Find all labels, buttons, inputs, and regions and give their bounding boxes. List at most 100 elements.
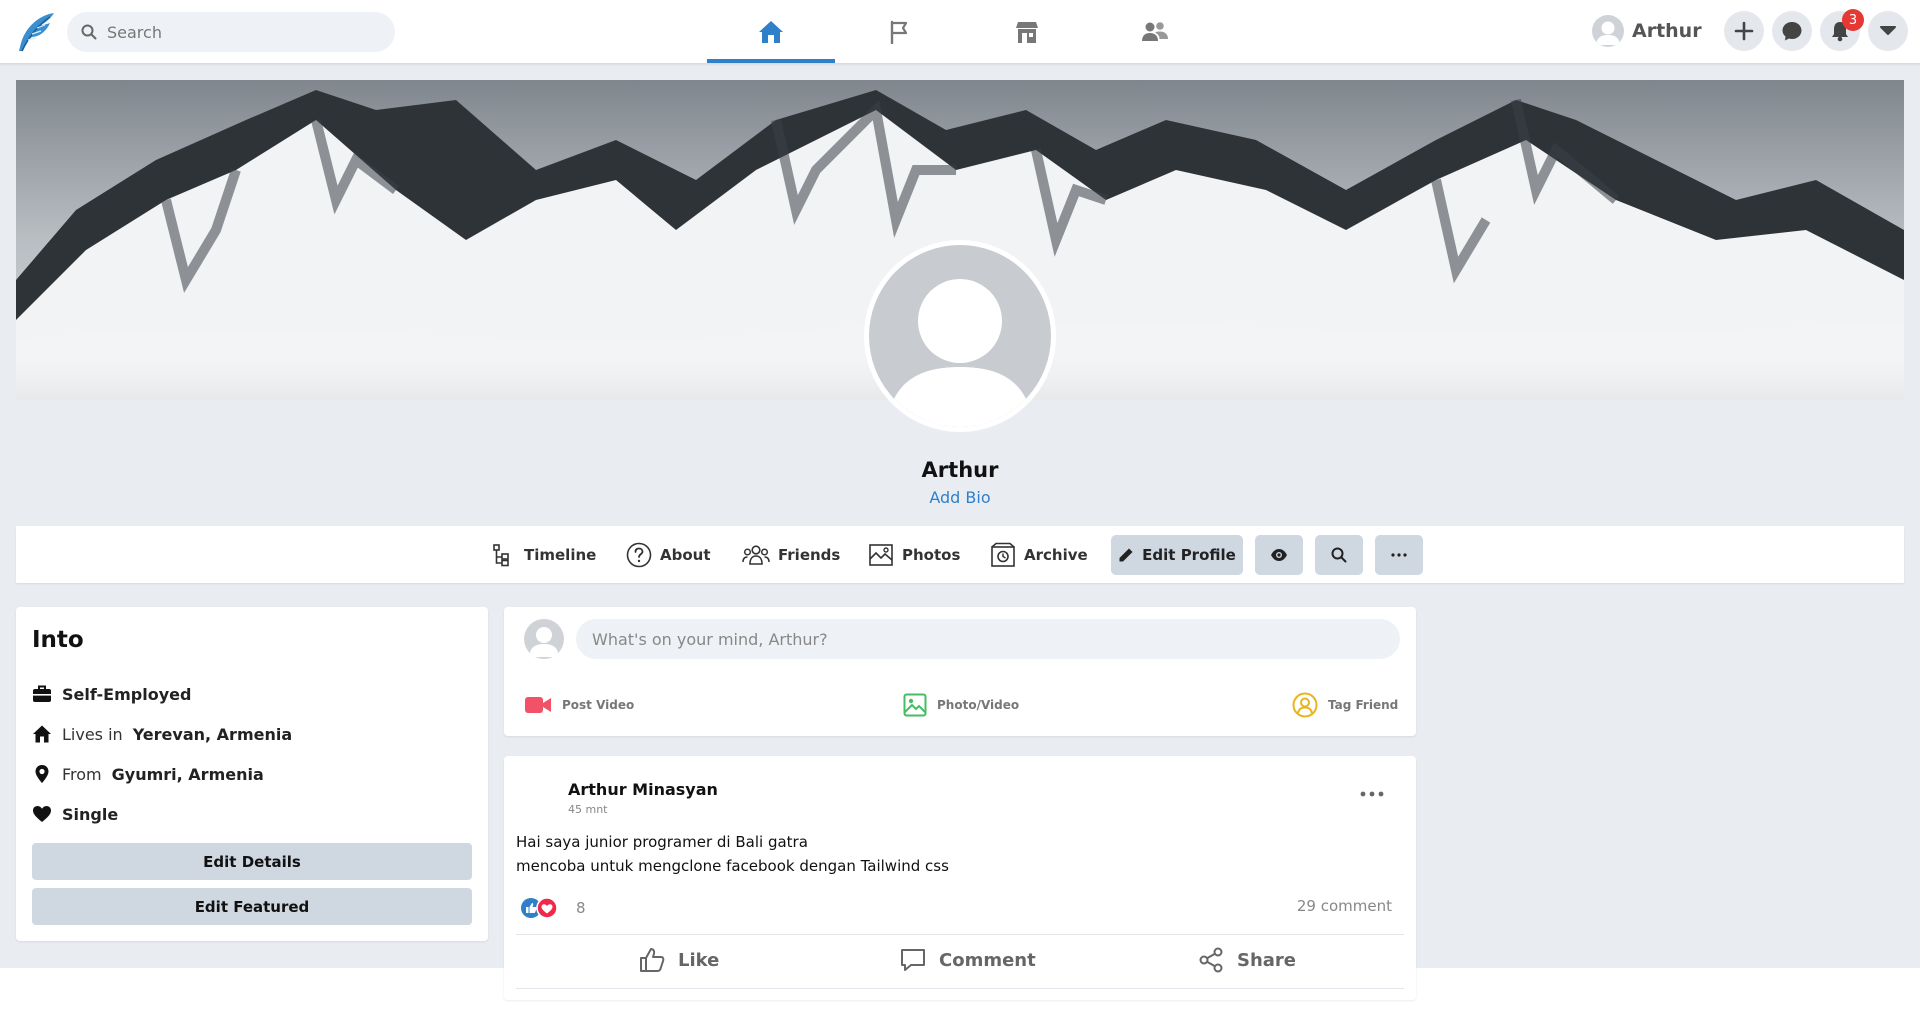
search-box bbox=[67, 12, 395, 52]
add-bio-label[interactable]: Add Bio bbox=[929, 488, 990, 507]
intro-work-value: Self-Employed bbox=[62, 684, 192, 704]
photo-video-label: Photo/Video bbox=[937, 698, 1020, 712]
like-button[interactable]: Like bbox=[638, 940, 719, 980]
main-nav-tabs bbox=[707, 0, 1219, 63]
nav-tab-marketplace[interactable] bbox=[963, 0, 1091, 63]
notification-badge: 3 bbox=[1842, 9, 1864, 31]
intro-relationship-value: Single bbox=[62, 804, 119, 824]
like-label: Like bbox=[678, 949, 720, 971]
post-text-line: mencoba untuk mengclone facebook dengan … bbox=[516, 857, 949, 875]
search-icon bbox=[81, 24, 97, 40]
share-label: Share bbox=[1237, 949, 1297, 971]
add-bio-link: Add Bio bbox=[0, 488, 1920, 507]
more-options-button[interactable] bbox=[1375, 535, 1423, 575]
tab-about[interactable]: About bbox=[626, 540, 711, 570]
intro-lives-prefix: Lives in bbox=[62, 724, 123, 744]
timeline-icon bbox=[492, 543, 516, 567]
search-profile-button[interactable] bbox=[1315, 535, 1363, 575]
heart-icon bbox=[32, 804, 52, 824]
tab-about-label: About bbox=[660, 546, 711, 564]
flag-icon bbox=[888, 20, 910, 44]
profile-picture[interactable] bbox=[864, 240, 1056, 432]
comment-icon bbox=[899, 946, 927, 974]
store-icon bbox=[1015, 20, 1039, 44]
edit-details-button[interactable]: Edit Details bbox=[32, 843, 472, 880]
post-time[interactable]: 45 mnt bbox=[568, 803, 608, 816]
intro-title: Into bbox=[32, 627, 84, 653]
pencil-icon bbox=[1118, 547, 1134, 563]
messenger-button[interactable] bbox=[1772, 11, 1812, 51]
profile-name: Arthur bbox=[921, 458, 999, 482]
intro-lives: Lives in Yerevan, Armenia bbox=[32, 722, 292, 746]
post-options-button[interactable] bbox=[1352, 778, 1392, 810]
search-input[interactable] bbox=[107, 22, 367, 42]
user-name: Arthur bbox=[1632, 20, 1702, 42]
intro-work: Self-Employed bbox=[32, 682, 191, 706]
edit-profile-button[interactable]: Edit Profile bbox=[1111, 535, 1243, 575]
search-icon bbox=[1331, 547, 1347, 563]
nav-tab-pages[interactable] bbox=[835, 0, 963, 63]
tag-friend-label: Tag Friend bbox=[1328, 698, 1399, 712]
user-profile-chip[interactable]: Arthur bbox=[1592, 12, 1702, 50]
avatar bbox=[524, 619, 564, 659]
thumbs-up-icon bbox=[638, 946, 666, 974]
whats-on-mind-input[interactable] bbox=[576, 619, 1400, 659]
post-author[interactable]: Arthur Minasyan bbox=[568, 780, 718, 799]
profile-tabs-bar: Timeline About Friends Photos Archive Ed… bbox=[16, 526, 1904, 583]
post-video-label: Post Video bbox=[562, 698, 635, 712]
friends-icon bbox=[742, 543, 770, 567]
tab-photos[interactable]: Photos bbox=[868, 540, 960, 570]
feather-logo-icon[interactable] bbox=[14, 10, 58, 54]
tab-friends[interactable]: Friends bbox=[742, 540, 840, 570]
account-menu-button[interactable] bbox=[1868, 11, 1908, 51]
users-icon bbox=[1141, 20, 1169, 44]
intro-lives-value[interactable]: Yerevan, Armenia bbox=[133, 725, 292, 744]
tab-photos-label: Photos bbox=[902, 546, 961, 564]
reactions-summary[interactable]: 8 bbox=[520, 896, 586, 920]
ellipsis-icon bbox=[1360, 791, 1384, 797]
location-pin-icon bbox=[32, 764, 52, 784]
post-text-line: Hai saya junior programer di Bali gatra bbox=[516, 833, 808, 851]
ellipsis-icon bbox=[1391, 553, 1407, 557]
photos-icon bbox=[868, 543, 894, 567]
like-reaction-icon bbox=[520, 897, 560, 919]
nav-tab-home[interactable] bbox=[707, 0, 835, 63]
share-icon bbox=[1197, 946, 1225, 974]
create-button[interactable] bbox=[1724, 11, 1764, 51]
plus-icon bbox=[1734, 21, 1754, 41]
archive-icon bbox=[990, 542, 1016, 568]
edit-featured-button[interactable]: Edit Featured bbox=[32, 888, 472, 925]
tab-archive-label: Archive bbox=[1024, 546, 1088, 564]
comment-label: Comment bbox=[939, 949, 1036, 971]
intro-from-value[interactable]: Gyumri, Armenia bbox=[112, 765, 264, 784]
intro-from-prefix: From bbox=[62, 764, 102, 784]
post-video-button[interactable]: Post Video bbox=[524, 691, 634, 719]
intro-from: From Gyumri, Armenia bbox=[32, 762, 264, 786]
chevron-down-icon bbox=[1879, 25, 1897, 37]
top-navbar: Arthur 3 bbox=[0, 0, 1920, 63]
edit-profile-label: Edit Profile bbox=[1142, 546, 1236, 564]
notifications-button[interactable]: 3 bbox=[1820, 9, 1864, 51]
tag-friend-button[interactable]: Tag Friend bbox=[1292, 691, 1398, 719]
tab-archive[interactable]: Archive bbox=[990, 540, 1088, 570]
view-as-button[interactable] bbox=[1255, 535, 1303, 575]
home-icon bbox=[32, 724, 52, 744]
image-icon bbox=[903, 693, 927, 717]
chat-bubble-icon bbox=[1781, 20, 1803, 42]
briefcase-icon bbox=[32, 684, 52, 704]
tab-timeline-label: Timeline bbox=[524, 546, 597, 564]
home-icon bbox=[758, 20, 784, 44]
share-button[interactable]: Share bbox=[1197, 940, 1296, 980]
comment-count[interactable]: 29 comment bbox=[1297, 897, 1392, 915]
divider bbox=[516, 934, 1404, 935]
tab-timeline[interactable]: Timeline bbox=[492, 540, 596, 570]
photo-video-button[interactable]: Photo/Video bbox=[903, 691, 1019, 719]
intro-card: Into Self-Employed Lives in Yerevan, Arm… bbox=[16, 607, 488, 941]
reaction-count: 8 bbox=[576, 899, 586, 917]
post-composer: Post Video Photo/Video Tag Friend bbox=[504, 607, 1416, 736]
nav-tab-groups[interactable] bbox=[1091, 0, 1219, 63]
question-circle-icon bbox=[626, 542, 652, 568]
video-camera-icon bbox=[524, 695, 552, 715]
comment-button[interactable]: Comment bbox=[899, 940, 1036, 980]
avatar bbox=[1592, 15, 1624, 47]
